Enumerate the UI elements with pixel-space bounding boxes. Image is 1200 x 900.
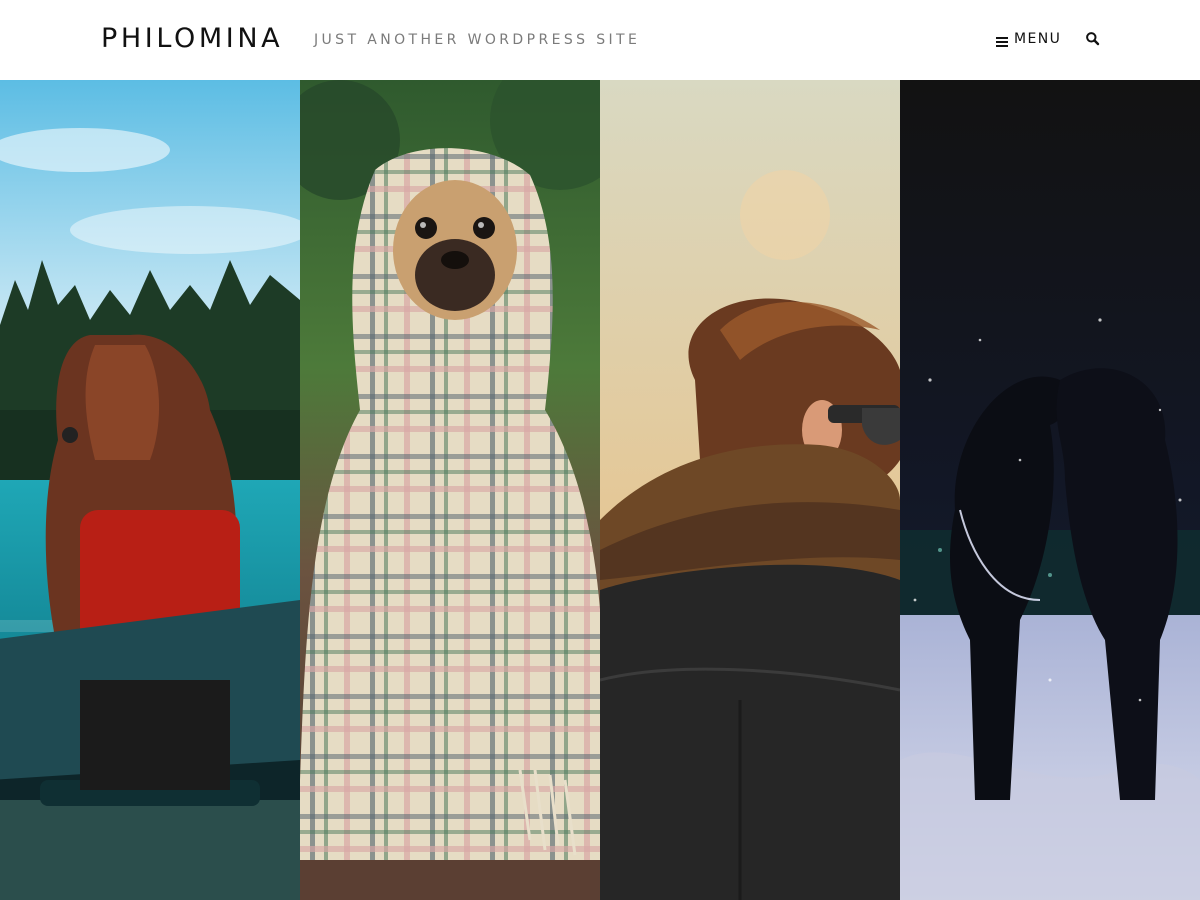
gallery-item-pug-blanket[interactable]: [300, 80, 600, 900]
search-icon: [1085, 32, 1101, 51]
menu-button[interactable]: MENU: [996, 29, 1061, 49]
snow-couple-photo: [900, 80, 1200, 900]
pug-blanket-photo: [300, 80, 600, 900]
site-header: PHILOMINA JUST ANOTHER WORDPRESS SITE ME…: [0, 0, 1200, 80]
lake-canoe-photo: [0, 80, 300, 900]
gallery-item-scarf-person[interactable]: [600, 80, 900, 900]
gallery-item-snow-couple[interactable]: [900, 80, 1200, 900]
scarf-person-photo: [600, 80, 900, 900]
gallery-item-lake-canoe[interactable]: [0, 80, 300, 900]
site-tagline: JUST ANOTHER WORDPRESS SITE: [314, 32, 641, 48]
hamburger-icon: [996, 34, 1008, 47]
featured-gallery: [0, 80, 1200, 900]
menu-label: MENU: [1014, 31, 1062, 47]
site-title[interactable]: PHILOMINA: [101, 22, 283, 56]
search-button[interactable]: [1085, 31, 1101, 47]
